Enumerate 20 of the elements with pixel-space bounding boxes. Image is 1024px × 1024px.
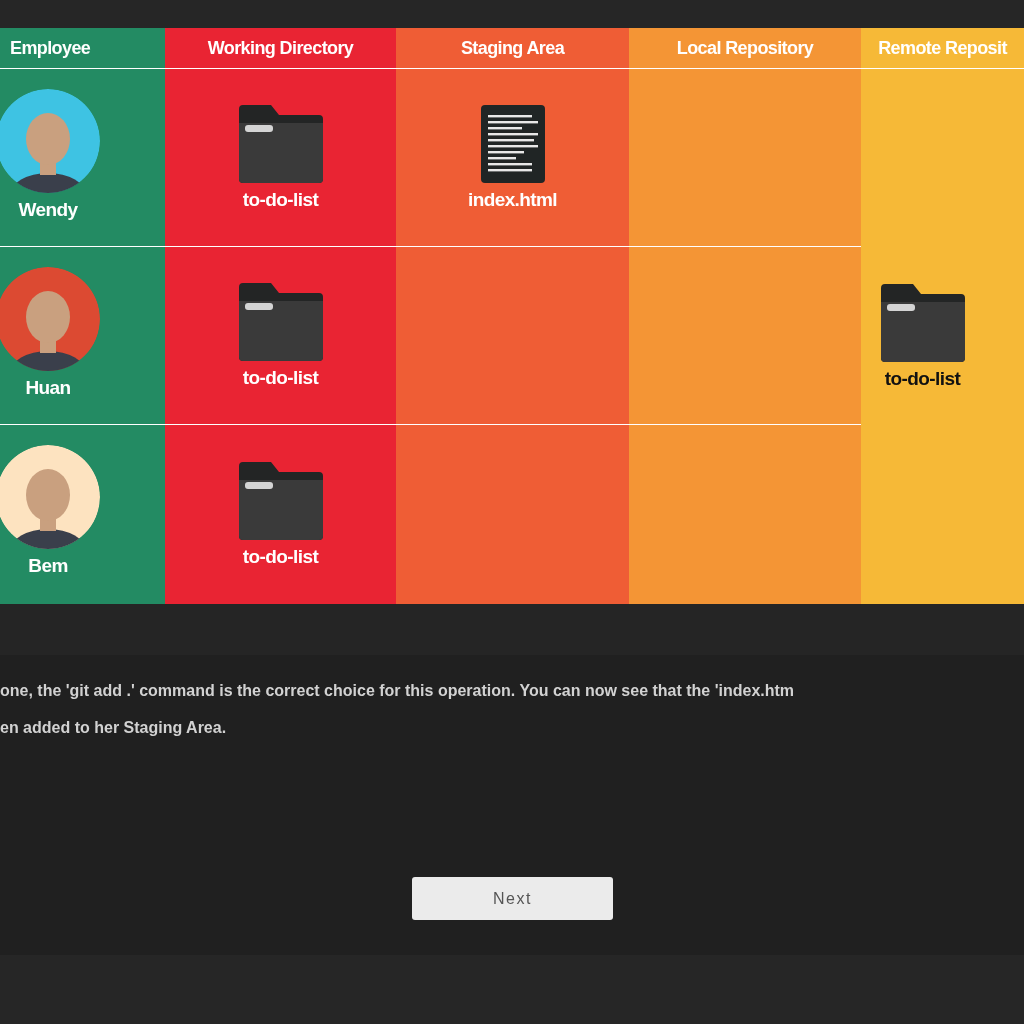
employee-name: Wendy bbox=[17, 199, 79, 221]
column-header: Staging Area bbox=[396, 28, 629, 69]
file-name: to-do-list bbox=[242, 366, 319, 389]
employee-name: Huan bbox=[24, 377, 72, 399]
column-header: Local Repository bbox=[629, 28, 861, 69]
document-icon bbox=[480, 104, 545, 183]
feedback-message: one, the 'git add .' command is the correct choice for this operation. You can now see that the 'index.htm en added to her Staging Area. bbox=[0, 681, 795, 738]
column-header: Remote Reposit bbox=[861, 28, 1024, 69]
column-header: Working Directory bbox=[165, 28, 396, 69]
file-name: to-do-list bbox=[884, 367, 961, 390]
file-name: to-do-list bbox=[242, 545, 319, 568]
employee-name: Bem bbox=[27, 555, 69, 577]
file-name: to-do-list bbox=[242, 188, 319, 211]
folder-icon bbox=[238, 461, 323, 540]
folder-icon bbox=[238, 282, 323, 361]
column-header: Employee bbox=[0, 28, 165, 69]
file-name: index.html bbox=[468, 188, 557, 211]
folder-icon bbox=[880, 283, 965, 362]
folder-icon bbox=[238, 104, 323, 183]
next-button[interactable]: Next bbox=[412, 877, 613, 920]
